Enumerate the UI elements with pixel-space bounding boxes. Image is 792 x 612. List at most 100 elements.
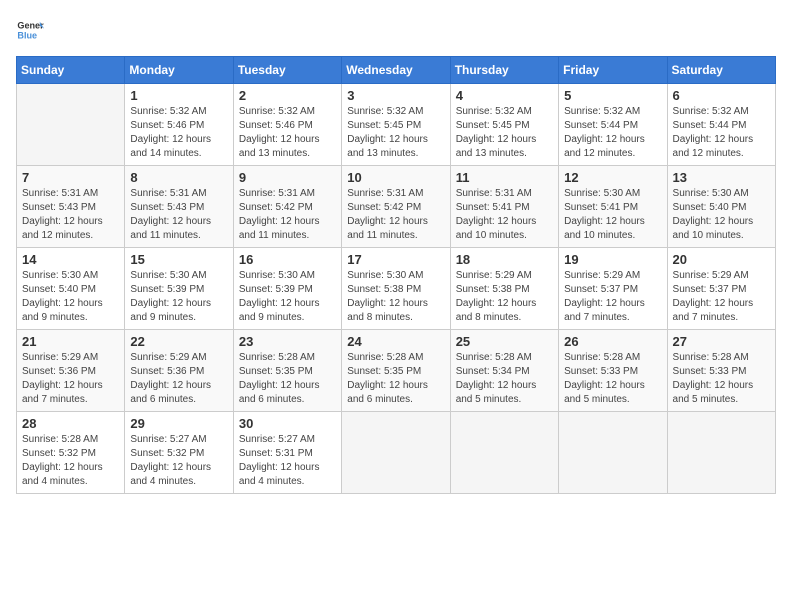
calendar-cell: 21 Sunrise: 5:29 AM Sunset: 5:36 PM Dayli… (17, 330, 125, 412)
day-number: 14 (22, 252, 119, 267)
day-info: Sunrise: 5:29 AM Sunset: 5:36 PM Dayligh… (130, 351, 227, 407)
calendar-cell: 2Sunrise: 5:32 AM Sunset: 5:46 PM Daylig… (233, 84, 341, 166)
calendar-cell: 19 Sunrise: 5:29 AM Sunset: 5:37 PM Dayli… (559, 248, 667, 330)
calendar-cell: 10 Sunrise: 5:31 AM Sunset: 5:42 PM Dayli… (342, 166, 450, 248)
day-number: 30 (239, 416, 336, 431)
day-number: 11 (456, 170, 553, 185)
calendar-cell: 24 Sunrise: 5:28 AM Sunset: 5:35 PM Dayli… (342, 330, 450, 412)
day-info: Sunrise: 5:29 AM Sunset: 5:37 PM Dayligh… (673, 269, 770, 325)
calendar-cell: 25 Sunrise: 5:28 AM Sunset: 5:34 PM Dayli… (450, 330, 558, 412)
calendar-cell: 23 Sunrise: 5:28 AM Sunset: 5:35 PM Dayli… (233, 330, 341, 412)
calendar-body: 1 Sunrise: 5:32 AM Sunset: 5:46 PM Daylig… (17, 84, 776, 494)
day-number: 15 (130, 252, 227, 267)
day-info: Sunrise: 5:32 AM Sunset: 5:45 PM Dayligh… (347, 105, 444, 161)
calendar-cell: 18 Sunrise: 5:29 AM Sunset: 5:38 PM Dayli… (450, 248, 558, 330)
day-number: 21 (22, 334, 119, 349)
day-info: Sunrise: 5:27 AM Sunset: 5:32 PM Dayligh… (130, 433, 227, 489)
calendar-cell: 28Sunrise: 5:28 AM Sunset: 5:32 PM Dayli… (17, 412, 125, 494)
day-info: Sunrise: 5:32 AM Sunset: 5:46 PM Dayligh… (130, 105, 227, 161)
calendar-cell: 13Sunrise: 5:30 AM Sunset: 5:40 PM Dayli… (667, 166, 775, 248)
calendar-cell: 27 Sunrise: 5:28 AM Sunset: 5:33 PM Dayli… (667, 330, 775, 412)
weekday-header: Wednesday (342, 57, 450, 84)
day-number: 19 (564, 252, 661, 267)
day-info: Sunrise: 5:30 AM Sunset: 5:39 PM Dayligh… (239, 269, 336, 325)
calendar-cell: 6Sunrise: 5:32 AM Sunset: 5:44 PM Daylig… (667, 84, 775, 166)
day-number: 26 (564, 334, 661, 349)
day-number: 24 (347, 334, 444, 349)
day-info: Sunrise: 5:29 AM Sunset: 5:38 PM Dayligh… (456, 269, 553, 325)
calendar-cell: 22Sunrise: 5:29 AM Sunset: 5:36 PM Dayli… (125, 330, 233, 412)
calendar-cell: 9 Sunrise: 5:31 AM Sunset: 5:42 PM Daylig… (233, 166, 341, 248)
calendar-cell: 20 Sunrise: 5:29 AM Sunset: 5:37 PM Dayli… (667, 248, 775, 330)
day-info: Sunrise: 5:28 AM Sunset: 5:33 PM Dayligh… (673, 351, 770, 407)
calendar-cell (559, 412, 667, 494)
weekday-header: Sunday (17, 57, 125, 84)
day-info: Sunrise: 5:32 AM Sunset: 5:44 PM Dayligh… (564, 105, 661, 161)
day-info: Sunrise: 5:31 AM Sunset: 5:41 PM Dayligh… (456, 187, 553, 243)
calendar-week-row: 14 Sunrise: 5:30 AM Sunset: 5:40 PM Dayli… (17, 248, 776, 330)
logo: General Blue (16, 16, 44, 44)
calendar-cell: 1 Sunrise: 5:32 AM Sunset: 5:46 PM Daylig… (125, 84, 233, 166)
day-number: 29 (130, 416, 227, 431)
header: General Blue (16, 16, 776, 44)
calendar-cell (450, 412, 558, 494)
calendar-cell (667, 412, 775, 494)
day-number: 13 (673, 170, 770, 185)
day-info: Sunrise: 5:31 AM Sunset: 5:42 PM Dayligh… (239, 187, 336, 243)
calendar-cell: 30 Sunrise: 5:27 AM Sunset: 5:31 PM Dayli… (233, 412, 341, 494)
day-info: Sunrise: 5:30 AM Sunset: 5:41 PM Dayligh… (564, 187, 661, 243)
weekday-header: Saturday (667, 57, 775, 84)
calendar-week-row: 1 Sunrise: 5:32 AM Sunset: 5:46 PM Daylig… (17, 84, 776, 166)
day-number: 18 (456, 252, 553, 267)
day-number: 25 (456, 334, 553, 349)
weekday-header: Tuesday (233, 57, 341, 84)
day-info: Sunrise: 5:31 AM Sunset: 5:43 PM Dayligh… (130, 187, 227, 243)
weekday-header: Monday (125, 57, 233, 84)
calendar-cell (342, 412, 450, 494)
day-number: 17 (347, 252, 444, 267)
calendar-cell: 26Sunrise: 5:28 AM Sunset: 5:33 PM Dayli… (559, 330, 667, 412)
calendar-cell: 3 Sunrise: 5:32 AM Sunset: 5:45 PM Daylig… (342, 84, 450, 166)
day-info: Sunrise: 5:31 AM Sunset: 5:42 PM Dayligh… (347, 187, 444, 243)
calendar: SundayMondayTuesdayWednesdayThursdayFrid… (16, 56, 776, 494)
logo-icon: General Blue (16, 16, 44, 44)
day-number: 23 (239, 334, 336, 349)
day-number: 7 (22, 170, 119, 185)
calendar-cell: 5Sunrise: 5:32 AM Sunset: 5:44 PM Daylig… (559, 84, 667, 166)
day-info: Sunrise: 5:27 AM Sunset: 5:31 PM Dayligh… (239, 433, 336, 489)
day-number: 4 (456, 88, 553, 103)
calendar-cell (17, 84, 125, 166)
weekday-header: Friday (559, 57, 667, 84)
calendar-cell: 17 Sunrise: 5:30 AM Sunset: 5:38 PM Dayli… (342, 248, 450, 330)
day-number: 27 (673, 334, 770, 349)
day-info: Sunrise: 5:31 AM Sunset: 5:43 PM Dayligh… (22, 187, 119, 243)
weekday-header: Thursday (450, 57, 558, 84)
calendar-week-row: 7 Sunrise: 5:31 AM Sunset: 5:43 PM Daylig… (17, 166, 776, 248)
day-info: Sunrise: 5:30 AM Sunset: 5:40 PM Dayligh… (22, 269, 119, 325)
calendar-cell: 12 Sunrise: 5:30 AM Sunset: 5:41 PM Dayli… (559, 166, 667, 248)
calendar-cell: 11 Sunrise: 5:31 AM Sunset: 5:41 PM Dayli… (450, 166, 558, 248)
day-number: 8 (130, 170, 227, 185)
day-number: 20 (673, 252, 770, 267)
day-info: Sunrise: 5:28 AM Sunset: 5:35 PM Dayligh… (347, 351, 444, 407)
calendar-cell: 14 Sunrise: 5:30 AM Sunset: 5:40 PM Dayli… (17, 248, 125, 330)
day-info: Sunrise: 5:28 AM Sunset: 5:35 PM Dayligh… (239, 351, 336, 407)
day-number: 1 (130, 88, 227, 103)
calendar-week-row: 28Sunrise: 5:28 AM Sunset: 5:32 PM Dayli… (17, 412, 776, 494)
calendar-week-row: 21 Sunrise: 5:29 AM Sunset: 5:36 PM Dayli… (17, 330, 776, 412)
day-number: 6 (673, 88, 770, 103)
day-info: Sunrise: 5:29 AM Sunset: 5:37 PM Dayligh… (564, 269, 661, 325)
day-number: 10 (347, 170, 444, 185)
calendar-cell: 8 Sunrise: 5:31 AM Sunset: 5:43 PM Daylig… (125, 166, 233, 248)
day-number: 9 (239, 170, 336, 185)
day-info: Sunrise: 5:28 AM Sunset: 5:32 PM Dayligh… (22, 433, 119, 489)
day-info: Sunrise: 5:30 AM Sunset: 5:38 PM Dayligh… (347, 269, 444, 325)
day-number: 16 (239, 252, 336, 267)
svg-text:Blue: Blue (17, 30, 37, 40)
calendar-cell: 16 Sunrise: 5:30 AM Sunset: 5:39 PM Dayli… (233, 248, 341, 330)
day-number: 3 (347, 88, 444, 103)
day-number: 12 (564, 170, 661, 185)
day-info: Sunrise: 5:28 AM Sunset: 5:34 PM Dayligh… (456, 351, 553, 407)
day-info: Sunrise: 5:29 AM Sunset: 5:36 PM Dayligh… (22, 351, 119, 407)
calendar-header-row: SundayMondayTuesdayWednesdayThursdayFrid… (17, 57, 776, 84)
